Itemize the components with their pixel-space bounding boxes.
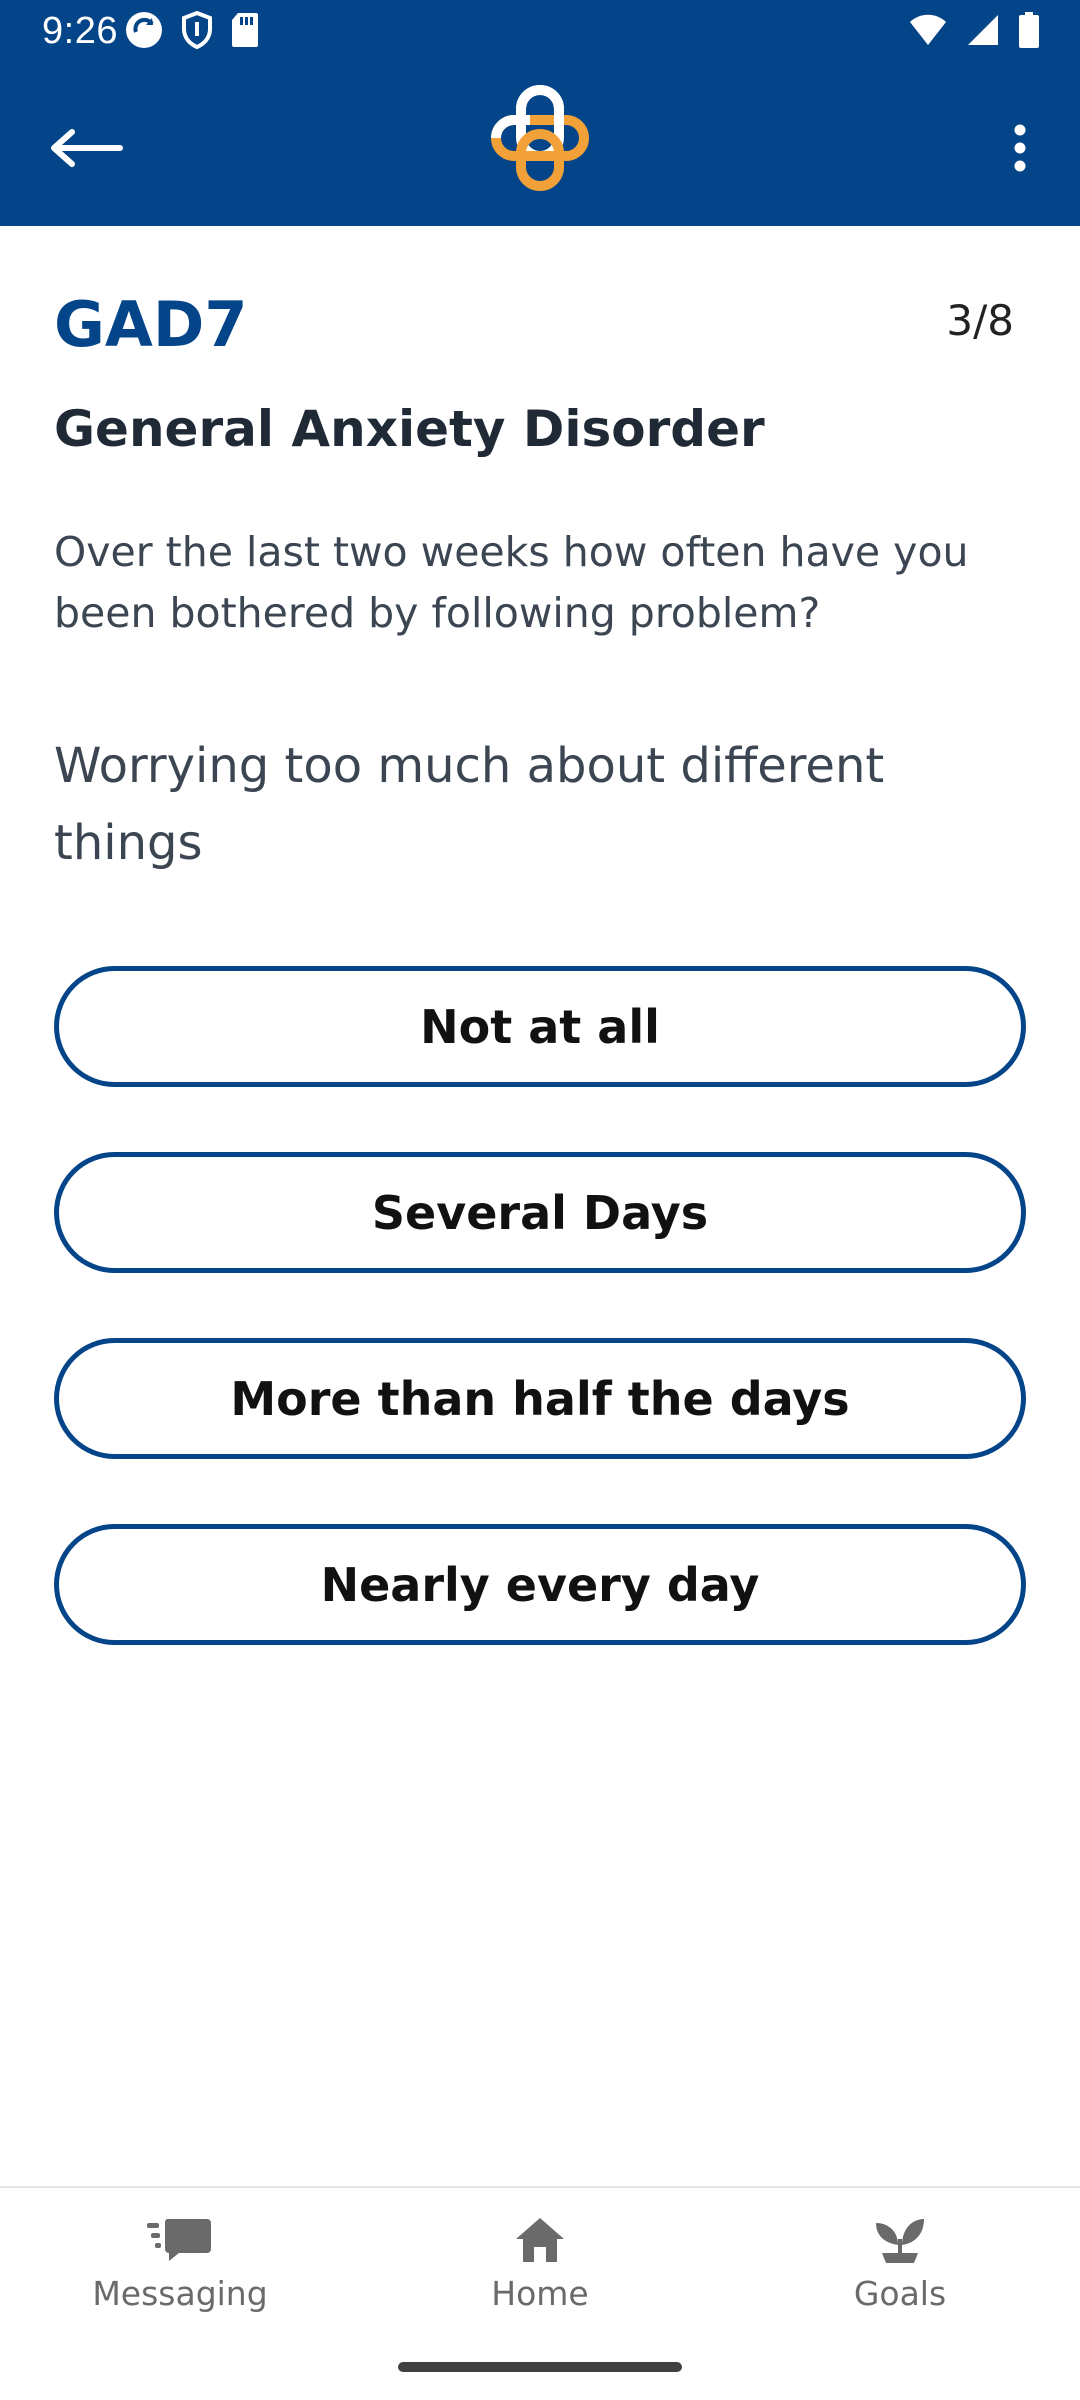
question-text: Worrying too much about different things: [54, 738, 885, 871]
survey-code: GAD7: [54, 288, 248, 361]
survey-title: General Anxiety Disorder: [54, 400, 765, 458]
signal-icon: [966, 13, 1000, 52]
screen: 9:26 GAD7 3/8 General Anxiety Disorder O…: [0, 0, 1080, 2400]
sd-card-icon: [230, 11, 260, 54]
chat-icon: [145, 2212, 215, 2268]
answer-option-nearly-every-day[interactable]: Nearly every day: [54, 1524, 1026, 1645]
back-button[interactable]: [36, 100, 136, 200]
question-progress: 3/8: [946, 296, 1014, 345]
nav-label-messaging: Messaging: [92, 2274, 268, 2313]
status-right-icons: [908, 11, 1040, 54]
header: 9:26: [0, 0, 1080, 226]
more-vert-icon: [1013, 123, 1027, 178]
sync-icon: [124, 10, 164, 55]
status-bar: 9:26: [0, 0, 1080, 64]
shield-icon: [180, 10, 214, 55]
wifi-icon: [908, 13, 948, 52]
nav-label-goals: Goals: [853, 2274, 947, 2313]
survey-instructions: Over the last two weeks how often have y…: [54, 528, 969, 637]
battery-icon: [1018, 11, 1040, 54]
answer-option-not-at-all[interactable]: Not at all: [54, 966, 1026, 1087]
app-bar: [0, 64, 1080, 226]
arrow-left-icon: [48, 128, 124, 173]
more-menu-button[interactable]: [980, 100, 1060, 200]
answer-option-more-than-half[interactable]: More than half the days: [54, 1338, 1026, 1459]
answer-option-several-days[interactable]: Several Days: [54, 1152, 1026, 1273]
sprout-icon: [865, 2212, 935, 2268]
nav-item-home[interactable]: Home: [390, 2212, 690, 2332]
nav-label-home: Home: [491, 2274, 589, 2313]
status-time: 9:26: [42, 10, 118, 52]
app-logo: [490, 84, 590, 194]
home-icon: [505, 2212, 575, 2268]
gesture-home-indicator[interactable]: [398, 2362, 682, 2372]
nav-item-goals[interactable]: Goals: [750, 2212, 1050, 2332]
status-left-icons: [124, 10, 260, 55]
nav-item-messaging[interactable]: Messaging: [30, 2212, 330, 2332]
